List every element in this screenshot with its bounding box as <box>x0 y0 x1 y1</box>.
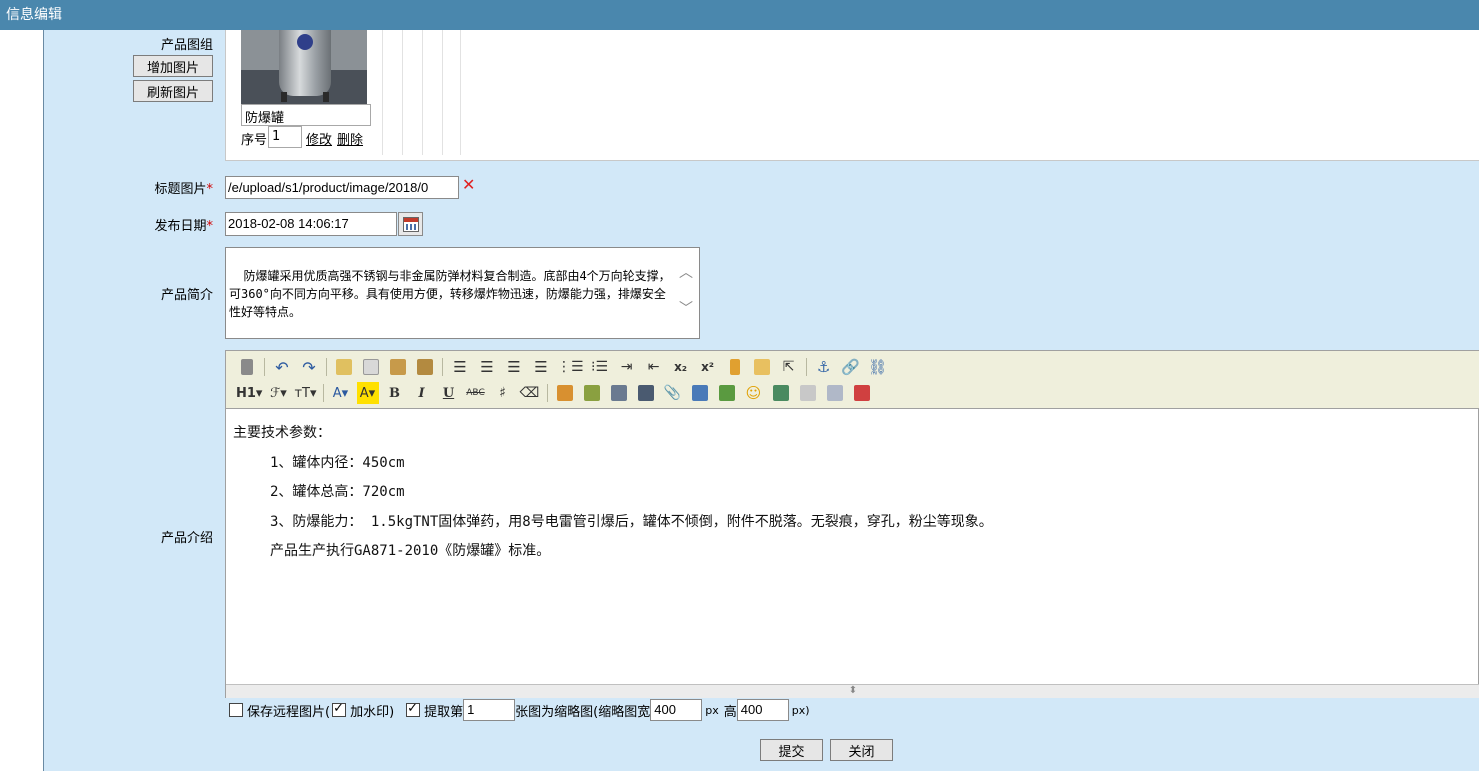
template-icon[interactable] <box>333 356 355 378</box>
undo-icon[interactable]: ↶ <box>271 356 293 378</box>
summary-textarea[interactable]: 防爆罐采用优质高强不锈钢与非金属防弹材料复合制造。底部由4个万向轮支撑，可360… <box>225 247 700 339</box>
fullscreen-icon[interactable] <box>851 382 873 404</box>
justify-icon[interactable]: ☰ <box>530 356 552 378</box>
content-line: 2、罐体总高：720cm <box>270 484 405 500</box>
editor-content[interactable]: 主要技术参数： 1、罐体内径：450cm 2、罐体总高：720cm 3、防爆能力… <box>233 419 1463 567</box>
page-break-icon[interactable] <box>797 382 819 404</box>
scroll-down-icon[interactable]: ﹀ <box>679 300 693 318</box>
media-icon[interactable] <box>635 382 657 404</box>
font-size-dropdown[interactable]: тT▾ <box>294 382 316 404</box>
unlink-icon[interactable]: ⛓ <box>867 356 889 378</box>
unordered-list-icon[interactable]: ⁝☰ <box>589 356 611 378</box>
content-line: 主要技术参数： <box>233 425 331 441</box>
eraser-icon[interactable]: ⌫ <box>519 382 541 404</box>
cut-icon[interactable] <box>360 356 382 378</box>
publish-date-input[interactable]: 2018-02-08 14:06:17 <box>225 212 397 236</box>
paste-text-icon[interactable] <box>414 356 436 378</box>
table-icon[interactable] <box>689 382 711 404</box>
seq-label: 序号 <box>241 133 268 148</box>
highlight-color-dropdown[interactable]: A▾ <box>356 382 379 404</box>
attachment-icon[interactable]: 📎 <box>662 382 684 404</box>
watermark-label: 加水印) <box>350 704 395 720</box>
thumb-width-input[interactable]: 400 <box>650 699 703 721</box>
redo-icon[interactable]: ↷ <box>298 356 320 378</box>
left-strip <box>0 30 44 771</box>
heading-dropdown[interactable]: H1▾ <box>236 382 262 404</box>
paste-icon[interactable] <box>387 356 409 378</box>
title-image-label: 标题图片* <box>154 182 213 197</box>
image-icon[interactable] <box>554 382 576 404</box>
clear-format-icon[interactable] <box>724 356 746 378</box>
source-icon[interactable] <box>236 356 258 378</box>
scroll-up-icon[interactable]: ︿ <box>679 264 693 282</box>
strikethrough-button[interactable]: ABC <box>465 382 487 404</box>
add-image-button[interactable]: 增加图片 <box>133 55 213 77</box>
px-label: px) <box>791 703 810 717</box>
seq-input[interactable]: 1 <box>268 126 302 148</box>
preview-icon[interactable] <box>824 382 846 404</box>
underline-button[interactable]: U <box>438 382 460 404</box>
product-photo[interactable] <box>241 30 367 104</box>
extract-thumb-checkbox[interactable] <box>406 701 421 717</box>
outdent-icon[interactable]: ⇤ <box>643 356 665 378</box>
font-color-dropdown[interactable]: A▾ <box>330 382 352 404</box>
image-name-field[interactable]: 防爆罐 <box>241 104 371 126</box>
height-label: 高 <box>723 704 737 720</box>
horizontal-rule-icon[interactable]: ♯ <box>492 382 514 404</box>
content-line: 3、防爆能力： 1.5kgTNT固体弹药，用8号电雷管引爆后，罐体不倾倒，附件不… <box>270 513 993 530</box>
content-line: 产品生产执行GA871-2010《防爆罐》标准。 <box>270 543 551 559</box>
extract-suffix-label: 张图为缩略图(缩略图宽 <box>515 704 651 720</box>
edit-image-link[interactable]: 修改 <box>306 129 332 148</box>
multi-image-icon[interactable] <box>581 382 603 404</box>
summary-label: 产品简介 <box>160 288 213 303</box>
align-left-icon[interactable]: ☰ <box>449 356 471 378</box>
select-all-icon[interactable]: ⇱ <box>778 356 800 378</box>
save-remote-label: 保存远程图片( <box>247 704 331 720</box>
align-center-icon[interactable]: ☰ <box>476 356 498 378</box>
italic-button[interactable]: I <box>411 382 433 404</box>
px-label: px <box>705 703 719 717</box>
save-remote-checkbox[interactable] <box>229 703 243 717</box>
options-row: 保存远程图片( 加水印) 提取第 1 张图为缩略图(缩略图宽 400 px 高 … <box>229 698 810 722</box>
extract-index-input[interactable]: 1 <box>463 699 516 721</box>
editor-toolbar: ↶ ↷ ☰ ☰ ☰ ☰ ⋮☰ ⁝☰ ⇥ ⇤ x₂ x² ⇱ ⚓ 🔗 ⛓ H1▾ … <box>226 351 1479 409</box>
indent-icon[interactable]: ⇥ <box>616 356 638 378</box>
extract-prefix-label: 提取第 <box>424 704 464 720</box>
anchor-icon[interactable]: ⚓ <box>813 356 835 378</box>
link-icon[interactable]: 🔗 <box>840 356 862 378</box>
window-title: 信息编辑 <box>0 0 1479 30</box>
publish-date-label: 发布日期* <box>154 219 213 234</box>
close-button[interactable]: 关闭 <box>830 739 893 761</box>
flash-icon[interactable] <box>608 382 630 404</box>
intro-label: 产品介绍 <box>160 531 213 546</box>
image-gallery: 防爆罐 序号 1 修改 删除 <box>225 30 1479 161</box>
picture-icon[interactable] <box>770 382 792 404</box>
insert-row-icon[interactable] <box>716 382 738 404</box>
align-right-icon[interactable]: ☰ <box>503 356 525 378</box>
ordered-list-icon[interactable]: ⋮☰ <box>557 356 584 378</box>
resize-handle[interactable]: ⬍ <box>226 684 1479 698</box>
delete-image-link[interactable]: 删除 <box>337 129 363 148</box>
thumb-height-input[interactable]: 400 <box>736 699 789 721</box>
content-line: 1、罐体内径：450cm <box>270 454 405 471</box>
submit-button[interactable]: 提交 <box>760 739 823 761</box>
font-family-dropdown[interactable]: ℱ▾ <box>267 382 289 404</box>
superscript-icon[interactable]: x² <box>697 356 719 378</box>
clear-icon[interactable]: ✕ <box>462 175 475 194</box>
format-painter-icon[interactable] <box>751 356 773 378</box>
gallery-label: 产品图组 <box>160 38 213 53</box>
subscript-icon[interactable]: x₂ <box>670 356 692 378</box>
emoticon-icon[interactable]: ☺ <box>743 382 765 404</box>
bold-button[interactable]: B <box>384 382 406 404</box>
refresh-image-button[interactable]: 刷新图片 <box>133 80 213 102</box>
calendar-icon[interactable] <box>398 212 423 236</box>
rich-text-editor: ↶ ↷ ☰ ☰ ☰ ☰ ⋮☰ ⁝☰ ⇥ ⇤ x₂ x² ⇱ ⚓ 🔗 ⛓ H1▾ … <box>225 350 1479 698</box>
watermark-checkbox[interactable] <box>332 701 347 717</box>
summary-text: 防爆罐采用优质高强不锈钢与非金属防弹材料复合制造。底部由4个万向轮支撑，可360… <box>229 269 671 319</box>
title-image-input[interactable]: /e/upload/s1/product/image/2018/0 <box>225 176 459 199</box>
